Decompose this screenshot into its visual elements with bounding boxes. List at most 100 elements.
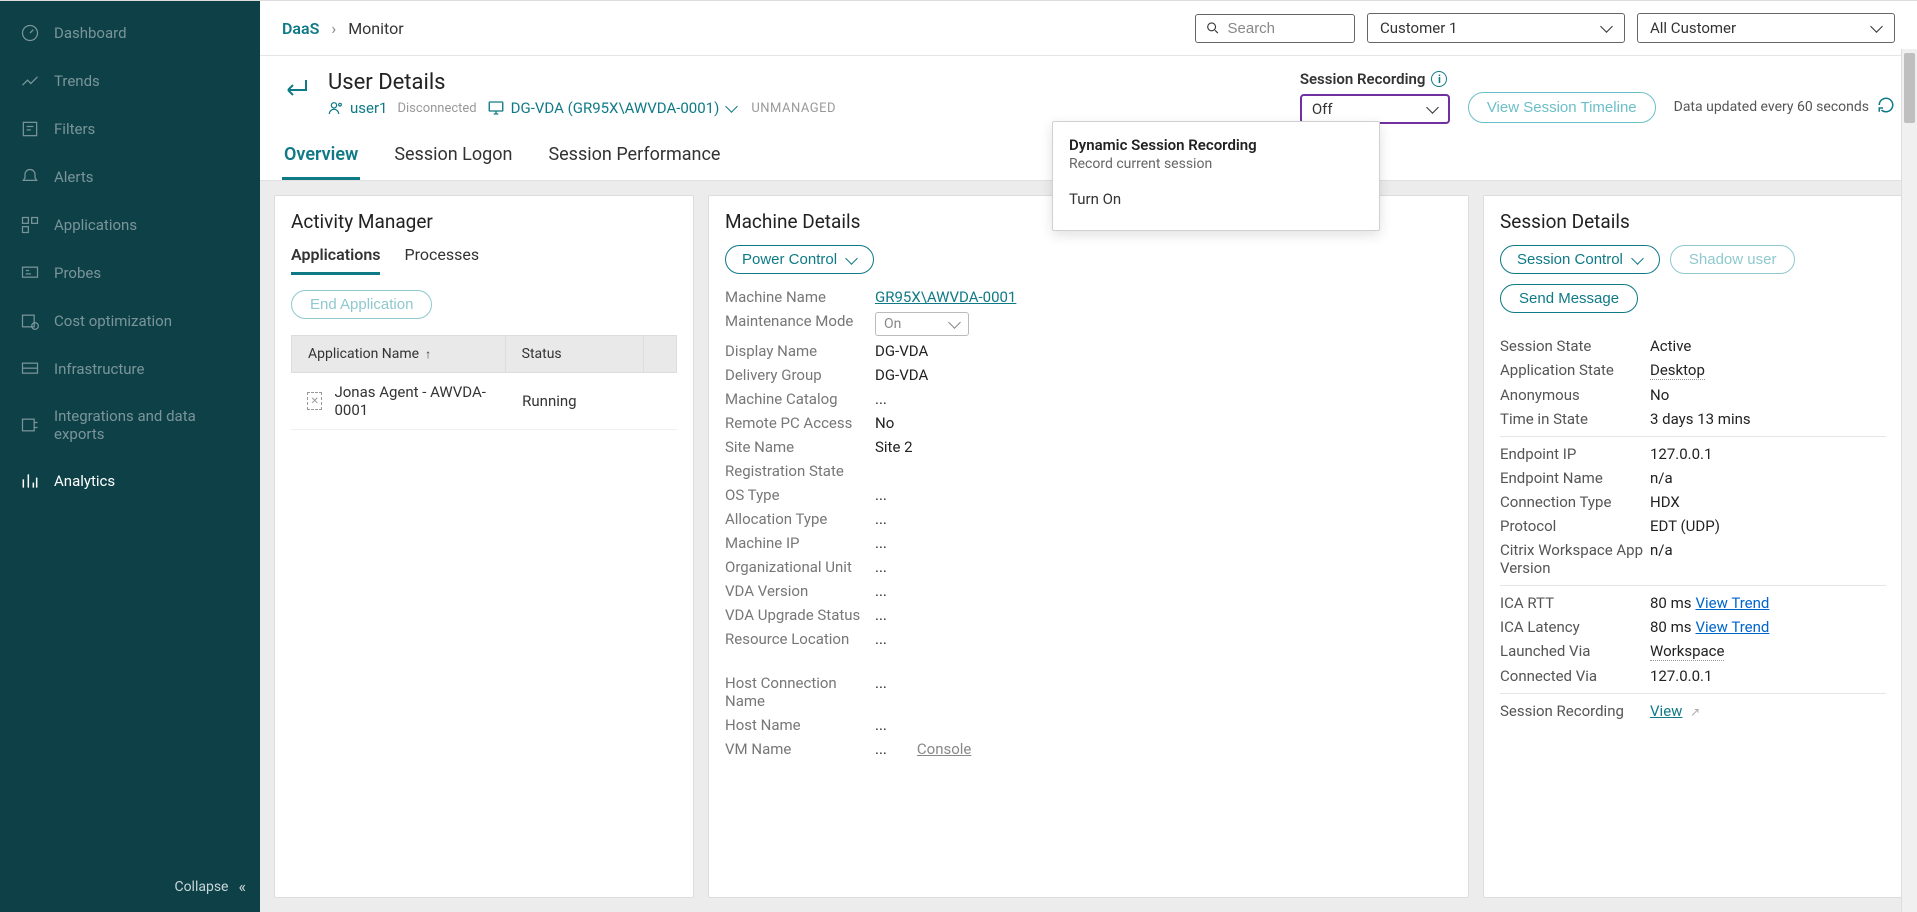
kv-value: DG-VDA — [875, 342, 928, 360]
kv-value: ... — [875, 606, 887, 624]
kv-value: Site 2 — [875, 438, 913, 456]
trends-icon — [20, 71, 40, 91]
applications-icon — [20, 215, 40, 235]
kv-key: Application State — [1500, 361, 1650, 380]
kv-key: Host Name — [725, 716, 875, 734]
all-customer-select[interactable]: All Customer — [1637, 13, 1895, 43]
console-link[interactable]: Console — [917, 740, 972, 758]
sidebar-collapse[interactable]: Collapse « — [0, 861, 260, 912]
latency-trend-link[interactable]: View Trend — [1695, 618, 1769, 636]
sidebar-item-dashboard[interactable]: Dashboard — [0, 9, 260, 57]
col-name-text: Application Name — [308, 346, 419, 362]
kv-value: ... — [875, 486, 887, 504]
tab-session-logon[interactable]: Session Logon — [392, 134, 514, 180]
kv-key: Organizational Unit — [725, 558, 875, 576]
scrollbar[interactable] — [1901, 49, 1917, 912]
tab-session-performance[interactable]: Session Performance — [546, 134, 722, 180]
end-application-button[interactable]: End Application — [291, 290, 432, 319]
shadow-user-button[interactable]: Shadow user — [1670, 245, 1796, 274]
sidebar-item-cost[interactable]: Cost optimization — [0, 297, 260, 345]
customer-select-value: Customer 1 — [1380, 19, 1457, 37]
kv-value: ... — [875, 740, 887, 758]
sidebar-label: Cost optimization — [54, 312, 172, 330]
kv-value: EDT (UDP) — [1650, 517, 1720, 535]
sidebar-items: Dashboard Trends Filters Alerts Applicat… — [0, 1, 260, 861]
kv-value: No — [1650, 386, 1669, 404]
sidebar-label: Infrastructure — [54, 360, 144, 378]
table-header: Application Name ↑ Status — [291, 335, 677, 373]
sidebar-item-filters[interactable]: Filters — [0, 105, 260, 153]
sidebar-item-alerts[interactable]: Alerts — [0, 153, 260, 201]
kv-key: VDA Version — [725, 582, 875, 600]
scrollbar-thumb[interactable] — [1904, 53, 1915, 123]
dropdown-option-turn-on[interactable]: Turn On — [1053, 176, 1379, 222]
sidebar-item-applications[interactable]: Applications — [0, 201, 260, 249]
session-control-button[interactable]: Session Control — [1500, 245, 1660, 274]
machine-name-link[interactable]: GR95X\AWVDA-0001 — [875, 288, 1016, 306]
topbar: DaaS › Monitor Customer 1 All Customer — [260, 1, 1917, 56]
search-input[interactable] — [1228, 20, 1345, 37]
view-timeline-button[interactable]: View Session Timeline — [1468, 92, 1656, 123]
row-status: Running — [522, 392, 576, 410]
breadcrumb-root[interactable]: DaaS — [282, 19, 319, 38]
kv-key: VM Name — [725, 740, 875, 758]
kv-value: DG-VDA — [875, 366, 928, 384]
kv-value: ... — [875, 674, 887, 710]
content: Activity Manager Applications Processes … — [260, 181, 1917, 912]
kv-value: 80 ms — [1650, 594, 1691, 612]
kv-value: ... — [875, 510, 887, 528]
maintenance-mode-select[interactable]: On — [875, 312, 969, 336]
kv-value: ... — [875, 630, 887, 648]
sidebar-item-analytics[interactable]: Analytics — [0, 457, 260, 505]
col-application-name[interactable]: Application Name ↑ — [292, 336, 506, 372]
kv-value: No — [875, 414, 894, 432]
sidebar-item-trends[interactable]: Trends — [0, 57, 260, 105]
power-control-button[interactable]: Power Control — [725, 245, 874, 274]
kv-value: 127.0.0.1 — [1650, 445, 1712, 463]
kv-value: 3 days 13 mins — [1650, 410, 1751, 428]
activity-title: Activity Manager — [291, 210, 677, 233]
back-button[interactable] — [282, 70, 310, 107]
sidebar-label: Integrations and data exports — [54, 407, 240, 443]
refresh-icon[interactable] — [1877, 96, 1895, 118]
sidebar-label: Alerts — [54, 168, 94, 186]
sidebar-item-probes[interactable]: Probes — [0, 249, 260, 297]
machine-kv-list: Machine NameGR95X\AWVDA-0001 Maintenance… — [725, 288, 1452, 758]
analytics-icon — [20, 471, 40, 491]
session-recording-view-link[interactable]: View — [1650, 702, 1682, 720]
kv-key: ICA RTT — [1500, 594, 1650, 612]
sidebar-item-integrations[interactable]: Integrations and data exports — [0, 393, 260, 457]
row-app-name: Jonas Agent - AWVDA-0001 — [334, 383, 490, 419]
kv-key: Remote PC Access — [725, 414, 875, 432]
subtab-processes[interactable]: Processes — [404, 245, 479, 275]
machine-link[interactable]: DG-VDA (GR95X\AWVDA-0001) — [487, 99, 738, 117]
kv-key: Launched Via — [1500, 642, 1650, 661]
session-panel: Session Details Session Control Shadow u… — [1483, 195, 1903, 898]
page-title: User Details — [328, 70, 836, 95]
session-recording-label: Session Recording i — [1300, 70, 1450, 88]
user-icon — [328, 100, 344, 116]
search-box[interactable] — [1195, 14, 1355, 43]
sidebar-label: Analytics — [54, 472, 115, 490]
session-recording-select[interactable]: Off — [1300, 94, 1450, 124]
customer-select[interactable]: Customer 1 — [1367, 13, 1625, 43]
sidebar-label: Filters — [54, 120, 95, 138]
kv-key: ICA Latency — [1500, 618, 1650, 636]
info-icon[interactable]: i — [1431, 71, 1447, 87]
subtab-applications[interactable]: Applications — [291, 245, 380, 275]
alerts-icon — [20, 167, 40, 187]
kv-value: Active — [1650, 337, 1691, 355]
sidebar-item-infra[interactable]: Infrastructure — [0, 345, 260, 393]
update-status-text: Data updated every 60 seconds — [1674, 99, 1869, 115]
kv-value: ... — [875, 582, 887, 600]
session-kv-group-1: Session StateActive Application StateDes… — [1500, 329, 1886, 437]
send-message-button[interactable]: Send Message — [1500, 284, 1638, 313]
cost-icon — [20, 311, 40, 331]
user-link[interactable]: user1 — [328, 99, 387, 117]
col-status[interactable]: Status — [506, 336, 644, 372]
chevron-right-icon: › — [331, 19, 336, 38]
tab-overview[interactable]: Overview — [282, 134, 360, 180]
rtt-trend-link[interactable]: View Trend — [1695, 594, 1769, 612]
kv-key: Endpoint IP — [1500, 445, 1650, 463]
table-row[interactable]: ✕ Jonas Agent - AWVDA-0001 Running — [291, 373, 677, 430]
